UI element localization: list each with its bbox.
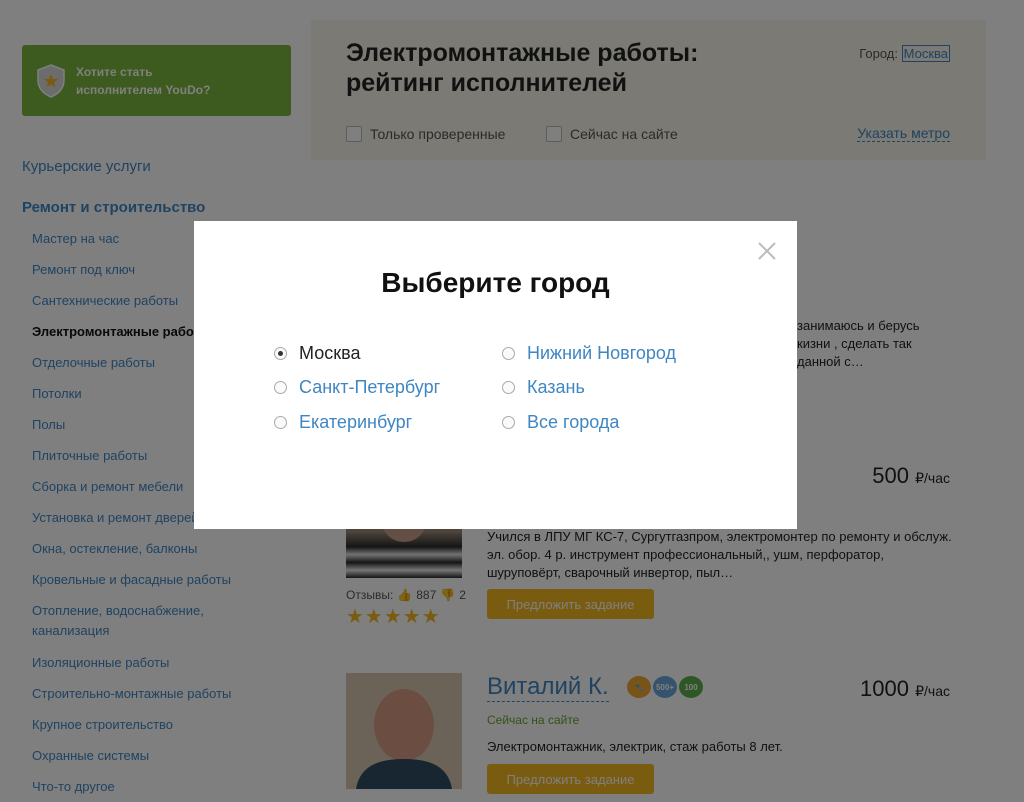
close-icon[interactable] xyxy=(757,241,777,261)
city-option-label: Москва xyxy=(299,343,361,363)
city-option-kazan[interactable]: Казань xyxy=(502,377,585,398)
radio-button[interactable] xyxy=(502,416,515,429)
city-select-modal: Выберите город Москва Санкт-Петербург Ек… xyxy=(194,221,797,529)
city-option-nnov[interactable]: Нижний Новгород xyxy=(502,343,676,364)
city-option-spb[interactable]: Санкт-Петербург xyxy=(274,377,440,398)
radio-button[interactable] xyxy=(274,381,287,394)
city-option-all[interactable]: Все города xyxy=(502,412,619,433)
city-option-ekb[interactable]: Екатеринбург xyxy=(274,412,412,433)
city-option-moscow[interactable]: Москва xyxy=(274,343,360,364)
city-option-label: Нижний Новгород xyxy=(527,343,677,363)
city-option-label: Все города xyxy=(527,412,620,432)
city-option-label: Казань xyxy=(527,377,585,397)
radio-button[interactable] xyxy=(274,347,287,360)
radio-button[interactable] xyxy=(274,416,287,429)
radio-button[interactable] xyxy=(502,347,515,360)
radio-button[interactable] xyxy=(502,381,515,394)
city-option-label: Екатеринбург xyxy=(299,412,413,432)
modal-title: Выберите город xyxy=(381,267,610,298)
city-option-label: Санкт-Петербург xyxy=(299,377,441,397)
